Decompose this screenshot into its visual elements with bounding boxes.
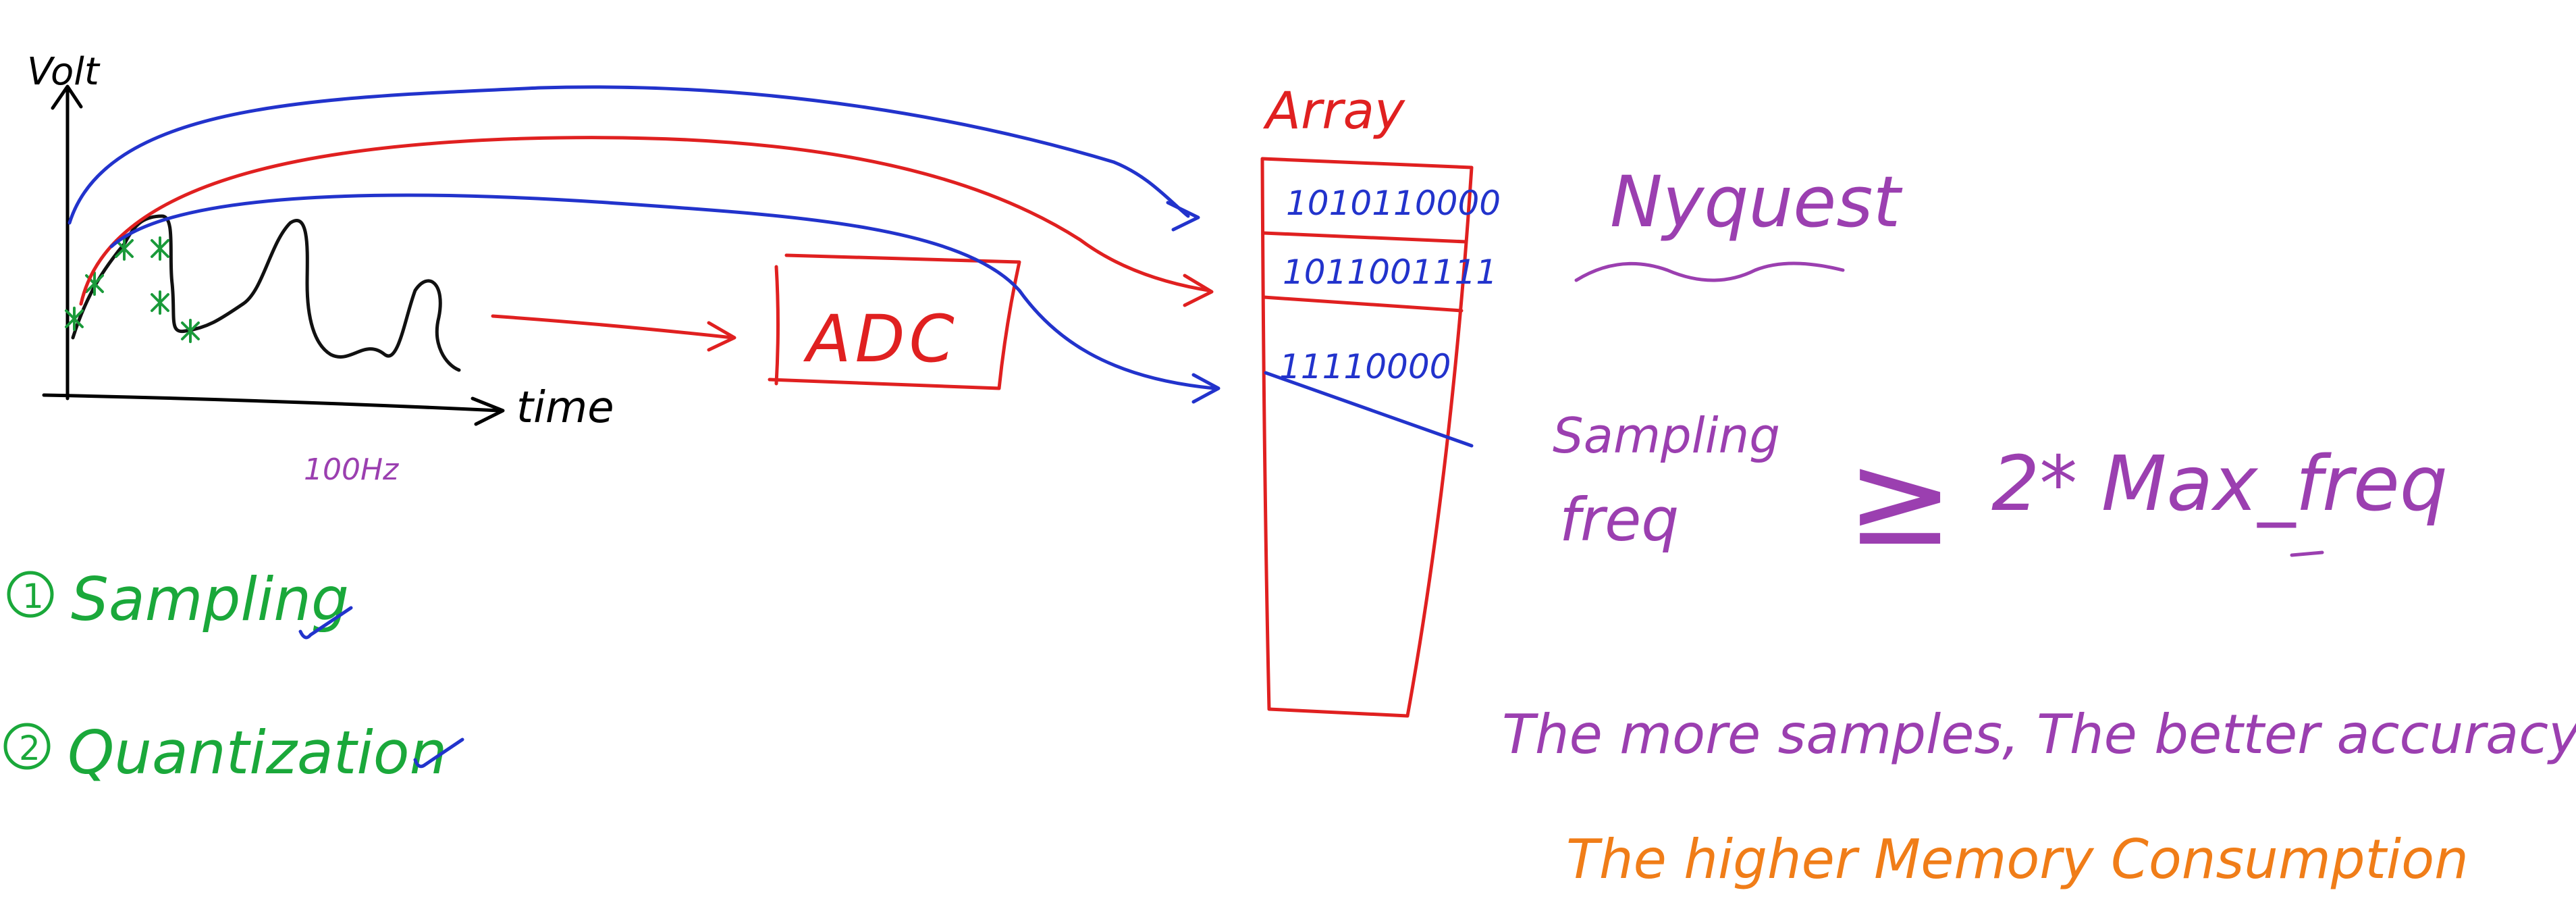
- array-row-value: 11110000: [1279, 347, 1451, 386]
- step-label: Sampling: [71, 565, 349, 634]
- step-number: 1: [22, 577, 44, 616]
- accuracy-note: The more samples, The better accuracy: [1502, 703, 2576, 766]
- whiteboard-canvas: Volt time 100Hz ADC Array 1010110000 101…: [3, 50, 2576, 891]
- blue-arrow-top-head: [1166, 201, 1200, 232]
- step-item: 1 Sampling: [7, 565, 353, 640]
- sampling-freq-line1: Sampling: [1553, 407, 1780, 464]
- sampling-freq-line2: freq: [1559, 485, 1679, 554]
- squiggle-underline: [1574, 261, 1845, 282]
- red-arrow-middle: [79, 136, 1210, 306]
- nyquest-title: Nyquest: [1610, 161, 1902, 243]
- array-row-value: 1010110000: [1286, 184, 1501, 223]
- step-label: Quantization: [68, 718, 447, 787]
- array-row-value: 1011001111: [1283, 253, 1497, 292]
- array-row-divider: [1262, 231, 1468, 244]
- greater-equal-operator: ≥: [1846, 425, 1954, 574]
- step-number: 2: [19, 729, 41, 768]
- steps-list: 1 Sampling 2 Quantization: [3, 565, 464, 787]
- flow-arrows: [68, 85, 1220, 404]
- red-arrow-middle-head: [1183, 274, 1214, 307]
- array-title: Array: [1262, 80, 1405, 140]
- sample-marker: [151, 236, 169, 261]
- arrow-graph-to-adc: [491, 314, 734, 340]
- small-underline: [2290, 550, 2324, 557]
- sample-marker: [151, 290, 169, 315]
- signal-graph: Volt time 100Hz: [27, 50, 614, 487]
- y-axis-label: Volt: [27, 50, 101, 94]
- adc-box: ADC: [768, 253, 1021, 390]
- memory-note: The higher Memory Consumption: [1566, 828, 2469, 891]
- max-freq-expression: 2* Max_freq: [1991, 440, 2448, 528]
- x-axis-label: time: [516, 383, 614, 433]
- nyquest-section: Nyquest Sampling freq ≥ 2* Max_freq: [1553, 161, 2448, 574]
- step-item: 2 Quantization: [3, 718, 464, 787]
- analog-signal: [71, 214, 461, 372]
- adc-label: ADC: [803, 301, 959, 377]
- memory-array: Array 1010110000 1011001111 11110000: [1260, 80, 1501, 718]
- array-row-divider: [1262, 295, 1464, 313]
- frequency-note: 100Hz: [304, 452, 399, 487]
- blue-arrow-bottom: [109, 193, 1217, 390]
- x-axis: [42, 393, 502, 413]
